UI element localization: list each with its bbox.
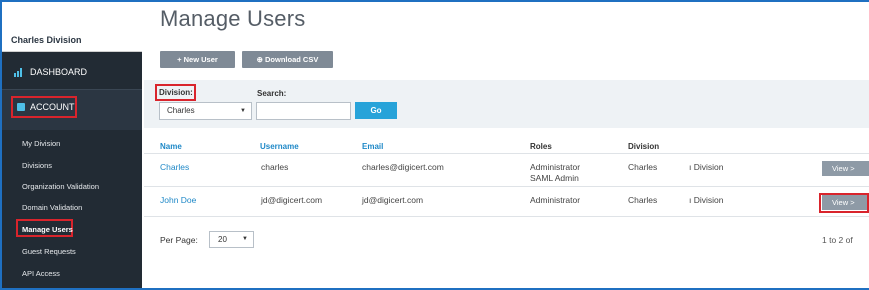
user-role: SAML Admin [530,173,579,183]
sidebar-item-organization-validation[interactable]: Organization Validation [22,182,99,191]
per-page-value: 20 [218,235,227,244]
view-button-highlight [819,193,869,213]
page-title: Manage Users [160,6,306,31]
user-role: Administrator [530,195,581,205]
sidebar-item-manage-users[interactable]: Manage Users [22,225,73,234]
sidebar-item-domain-validation[interactable]: Domain Validation [22,203,82,212]
column-header-division: Division [628,142,660,151]
row-divider [144,216,869,217]
per-page-label: Per Page: [160,235,198,245]
user-username: jd@digicert.com [261,195,323,205]
user-icon [17,103,25,111]
user-division: Charles [628,162,658,172]
user-username: charles [261,162,289,172]
search-label: Search: [257,89,287,98]
nav-account[interactable]: ACCOUNT [2,90,142,128]
user-division-name: ı Division [689,195,724,205]
search-input[interactable] [256,102,351,120]
new-user-button[interactable]: + New User [160,51,235,68]
per-page-select[interactable]: 20 ▼ [209,231,254,248]
user-name-link[interactable]: John Doe [160,195,196,205]
nav-dashboard[interactable]: DASHBOARD [2,52,142,90]
download-csv-button[interactable]: ⊕ Download CSV [242,51,333,68]
user-email: jd@digicert.com [362,195,424,205]
user-role: Administrator [530,162,581,172]
column-header-roles: Roles [530,142,552,151]
column-header-name[interactable]: Name [160,142,182,151]
user-division-name: ı Division [689,162,724,172]
column-header-email[interactable]: Email [362,142,383,151]
org-name: Charles Division [11,35,82,45]
user-division: Charles [628,195,658,205]
user-name-link[interactable]: Charles [160,162,189,172]
nav-dashboard-label: DASHBOARD [30,67,88,77]
header-divider [144,153,869,154]
sidebar: Charles Division DASHBOARD ACCOUNT My Di… [2,2,142,288]
nav-account-label: ACCOUNT [30,102,75,112]
division-select-value: Charles [167,106,195,115]
column-header-username[interactable]: Username [260,142,299,151]
sidebar-item-divisions[interactable]: Divisions [22,161,52,170]
pagination-range: 1 to 2 of [822,235,853,245]
bar-chart-icon [14,68,26,77]
account-submenu: My Division Divisions Organization Valid… [2,130,142,288]
division-select[interactable]: Charles ▼ [159,102,252,120]
division-label: Division: [159,88,193,97]
user-email: charles@digicert.com [362,162,444,172]
row-divider [144,186,869,187]
sidebar-item-my-division[interactable]: My Division [22,139,60,148]
sidebar-item-api-access[interactable]: API Access [22,269,60,278]
org-header: Charles Division [2,2,142,52]
sidebar-item-guest-requests[interactable]: Guest Requests [22,247,76,256]
view-button[interactable]: View > [822,161,869,176]
caret-down-icon: ▼ [242,236,248,242]
go-button[interactable]: Go [355,102,397,119]
filter-bar [144,80,869,128]
caret-down-icon: ▼ [240,108,246,114]
